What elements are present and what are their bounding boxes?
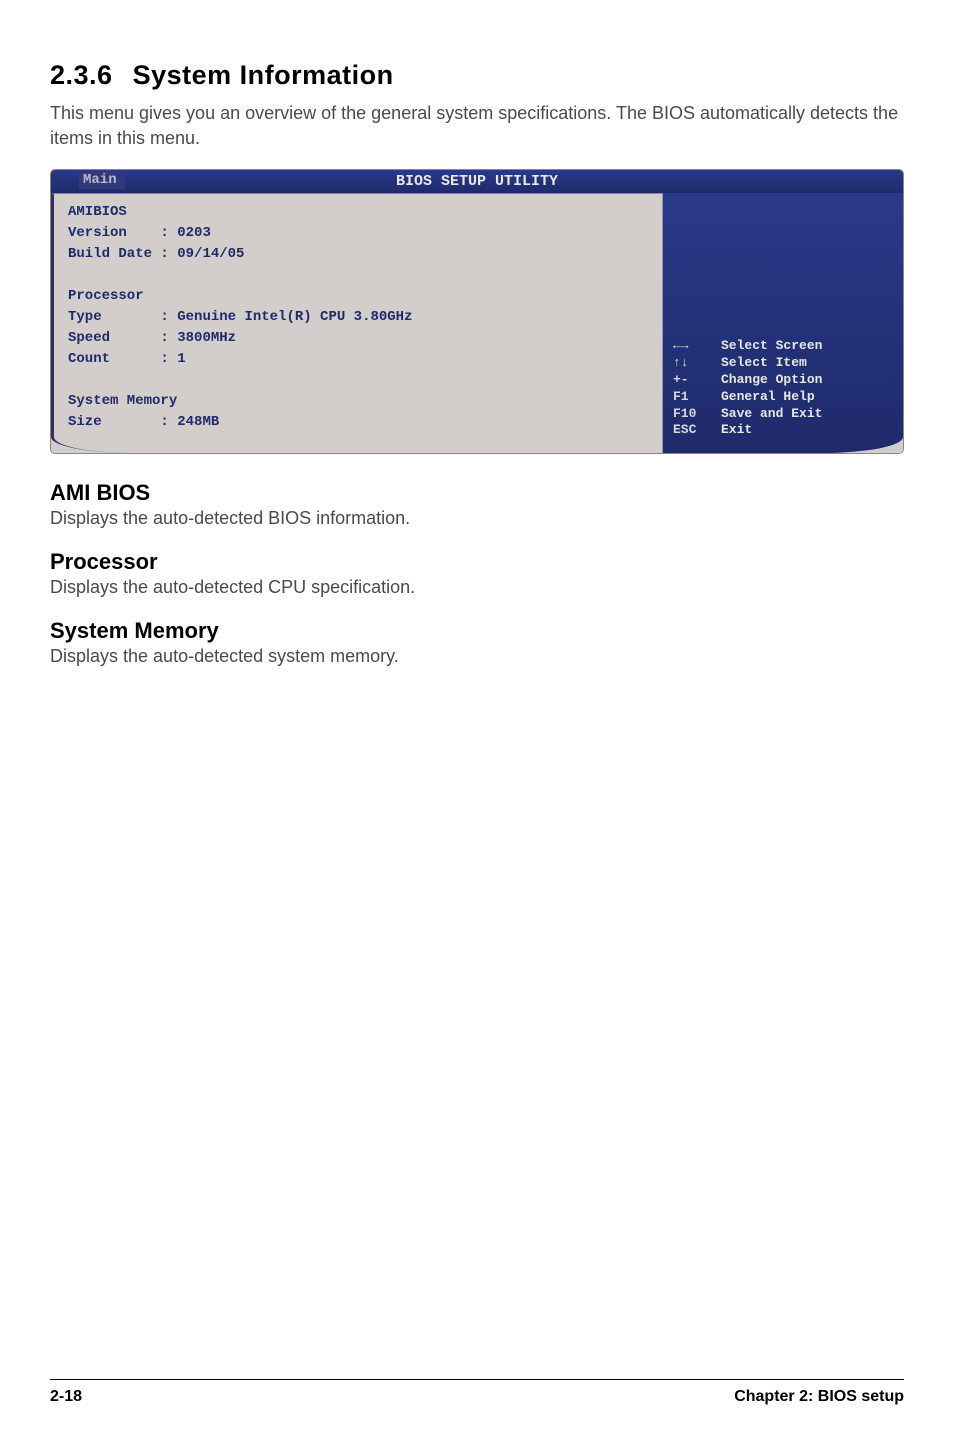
count-label: Count bbox=[68, 351, 110, 367]
legend-key: +- bbox=[673, 372, 721, 389]
size-value: 248MB bbox=[177, 414, 219, 430]
sub-heading-memory: System Memory bbox=[50, 618, 904, 644]
type-label: Type bbox=[68, 309, 102, 325]
speed-value: 3800MHz bbox=[177, 330, 236, 346]
version-value: 0203 bbox=[177, 225, 211, 241]
memory-label: System Memory bbox=[68, 391, 648, 412]
legend-key: ←→ bbox=[673, 338, 721, 355]
sub-body-memory: Displays the auto-detected system memory… bbox=[50, 646, 904, 667]
sub-body-processor: Displays the auto-detected CPU specifica… bbox=[50, 577, 904, 598]
bios-content: AMIBIOS Version : 0203 Build Date : 09/1… bbox=[51, 193, 663, 453]
legend-row: F10 Save and Exit bbox=[673, 406, 893, 423]
section-heading: 2.3.6 System Information bbox=[50, 60, 904, 91]
build-label: Build Date bbox=[68, 246, 152, 262]
bios-legend-panel: ←→ Select Screen ↑↓ Select Item +- Chang… bbox=[663, 193, 903, 453]
bios-build-row: Build Date : 09/14/05 bbox=[68, 244, 648, 265]
legend-row: +- Change Option bbox=[673, 372, 893, 389]
sub-heading-processor: Processor bbox=[50, 549, 904, 575]
speed-label: Speed bbox=[68, 330, 110, 346]
bios-title: BIOS SETUP UTILITY bbox=[396, 173, 558, 190]
processor-label: Processor bbox=[68, 286, 648, 307]
legend-key: F1 bbox=[673, 389, 721, 406]
processor-type-row: Type : Genuine Intel(R) CPU 3.80GHz bbox=[68, 307, 648, 328]
legend-label: Select Item bbox=[721, 355, 807, 372]
legend-row: ESC Exit bbox=[673, 422, 893, 439]
type-value: Genuine Intel(R) CPU 3.80GHz bbox=[177, 309, 412, 325]
legend-row: ↑↓ Select Item bbox=[673, 355, 893, 372]
size-label: Size bbox=[68, 414, 102, 430]
sub-heading-ami: AMI BIOS bbox=[50, 480, 904, 506]
legend-key: ↑↓ bbox=[673, 355, 721, 372]
legend-row: ←→ Select Screen bbox=[673, 338, 893, 355]
page-number: 2-18 bbox=[50, 1388, 82, 1406]
page-footer: 2-18 Chapter 2: BIOS setup bbox=[50, 1379, 904, 1406]
legend-label: Change Option bbox=[721, 372, 822, 389]
bios-version-row: Version : 0203 bbox=[68, 223, 648, 244]
processor-speed-row: Speed : 3800MHz bbox=[68, 328, 648, 349]
bios-tab-main: Main bbox=[79, 171, 125, 189]
chapter-label: Chapter 2: BIOS setup bbox=[734, 1388, 904, 1406]
bios-body: AMIBIOS Version : 0203 Build Date : 09/1… bbox=[51, 193, 903, 453]
bios-titlebar: Main BIOS SETUP UTILITY bbox=[51, 170, 903, 193]
legend-label: Save and Exit bbox=[721, 406, 822, 423]
legend-label: Exit bbox=[721, 422, 752, 439]
section-title: System Information bbox=[133, 60, 394, 90]
memory-size-row: Size : 248MB bbox=[68, 412, 648, 433]
build-value: 09/14/05 bbox=[177, 246, 244, 262]
legend-label: Select Screen bbox=[721, 338, 822, 355]
section-number: 2.3.6 bbox=[50, 60, 113, 90]
bios-window: Main BIOS SETUP UTILITY AMIBIOS Version … bbox=[50, 169, 904, 454]
version-label: Version bbox=[68, 225, 127, 241]
amibios-label: AMIBIOS bbox=[68, 202, 648, 223]
processor-count-row: Count : 1 bbox=[68, 349, 648, 370]
count-value: 1 bbox=[177, 351, 185, 367]
sub-body-ami: Displays the auto-detected BIOS informat… bbox=[50, 508, 904, 529]
intro-text: This menu gives you an overview of the g… bbox=[50, 101, 904, 151]
legend-label: General Help bbox=[721, 389, 815, 406]
legend-row: F1 General Help bbox=[673, 389, 893, 406]
legend-key: F10 bbox=[673, 406, 721, 423]
legend-key: ESC bbox=[673, 422, 721, 439]
